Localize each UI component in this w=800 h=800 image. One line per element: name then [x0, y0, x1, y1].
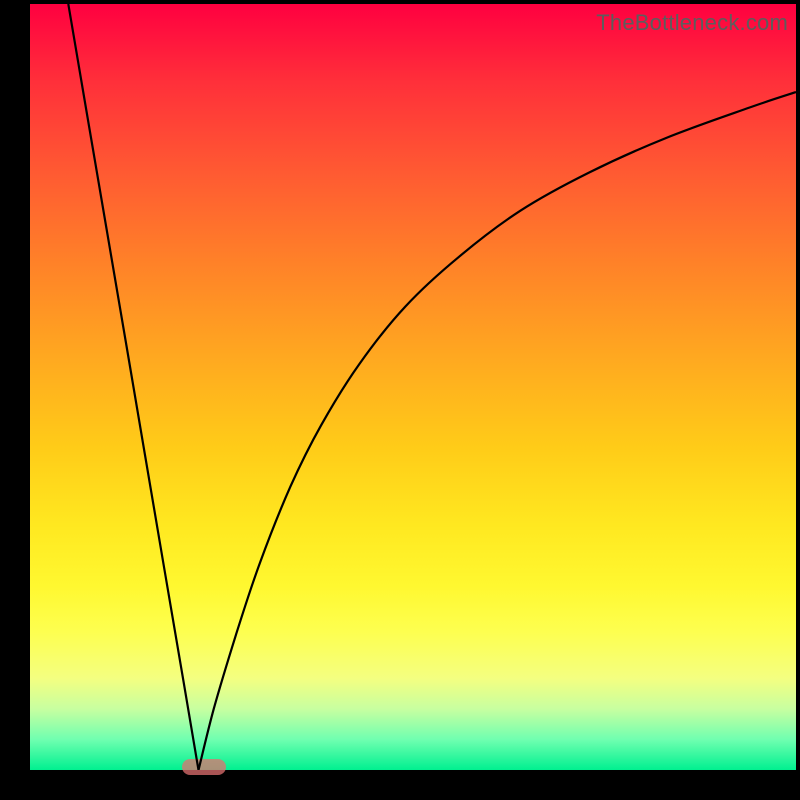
chart-frame: TheBottleneck.com	[0, 0, 800, 800]
curve-right-branch	[199, 92, 797, 770]
curve-left-branch	[68, 4, 198, 770]
curve-svg	[30, 4, 796, 770]
plot-area: TheBottleneck.com	[30, 4, 796, 770]
